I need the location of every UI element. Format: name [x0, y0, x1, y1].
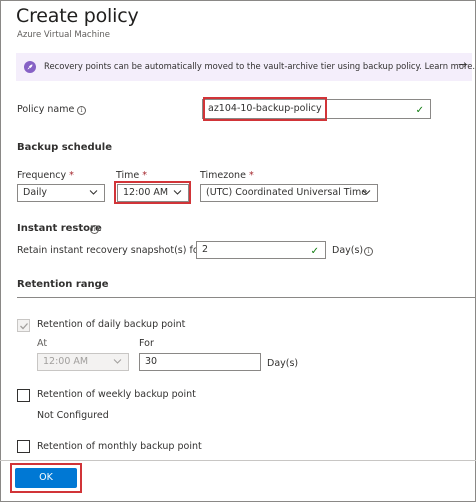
- days-unit-label: Day(s): [332, 245, 364, 256]
- valid-check-icon: ✓: [310, 246, 319, 257]
- banner-text[interactable]: Recovery points can be automatically mov…: [44, 61, 475, 71]
- checkmark-icon: [20, 323, 28, 330]
- snapshot-retention-input[interactable]: 2 ✓: [196, 241, 326, 259]
- weekly-retention-checkbox[interactable]: [17, 389, 30, 402]
- daily-for-input[interactable]: 30: [139, 353, 261, 371]
- footer-divider: [0, 460, 476, 461]
- for-label: For: [139, 338, 154, 349]
- daily-days-unit: Day(s): [267, 358, 299, 369]
- weekly-status-text: Not Configured: [37, 410, 109, 421]
- at-label: At: [37, 338, 48, 349]
- time-label: Time *: [116, 170, 148, 181]
- arrow-right-icon[interactable]: →: [458, 58, 467, 71]
- timezone-value: (UTC) Coordinated Universal Time: [206, 187, 368, 198]
- snapshot-retention-value: 2: [202, 244, 209, 255]
- page-subtitle: Azure Virtual Machine: [17, 30, 110, 40]
- chevron-down-icon: [89, 190, 98, 195]
- required-marker: *: [248, 170, 254, 181]
- weekly-retention-label: Retention of weekly backup point: [37, 389, 196, 400]
- info-icon[interactable]: i: [90, 225, 99, 234]
- retention-range-heading: Retention range: [17, 279, 109, 290]
- daily-retention-label: Retention of daily backup point: [37, 319, 186, 330]
- required-marker: *: [69, 170, 74, 181]
- instant-restore-label: Retain instant recovery snapshot(s) for: [17, 245, 203, 256]
- info-banner: Recovery points can be automatically mov…: [16, 53, 475, 81]
- policy-name-label: Policy name: [17, 104, 75, 115]
- chevron-down-icon: [113, 359, 122, 364]
- rocket-icon: [24, 61, 36, 73]
- daily-at-value: 12:00 AM: [43, 356, 89, 367]
- page-title: Create policy: [16, 5, 139, 27]
- timezone-label: Timezone *: [200, 170, 254, 181]
- frequency-label: Frequency *: [17, 170, 74, 181]
- required-marker: *: [142, 170, 148, 181]
- chevron-down-icon: [362, 190, 371, 195]
- section-divider: [17, 297, 476, 298]
- timezone-dropdown[interactable]: (UTC) Coordinated Universal Time: [200, 184, 378, 202]
- highlight-box: [10, 463, 82, 493]
- valid-check-icon: ✓: [415, 105, 424, 116]
- monthly-retention-label: Retention of monthly backup point: [37, 441, 202, 452]
- daily-at-dropdown[interactable]: 12:00 AM: [37, 353, 129, 371]
- daily-for-value: 30: [145, 356, 158, 367]
- frequency-value: Daily: [23, 187, 48, 198]
- frequency-dropdown[interactable]: Daily: [17, 184, 105, 202]
- monthly-retention-checkbox[interactable]: [17, 440, 30, 453]
- highlight-box: [203, 97, 327, 121]
- highlight-box: [114, 181, 191, 204]
- backup-schedule-heading: Backup schedule: [17, 142, 112, 153]
- info-icon[interactable]: i: [364, 247, 373, 256]
- daily-retention-checkbox[interactable]: [17, 319, 30, 332]
- info-icon[interactable]: i: [77, 106, 86, 115]
